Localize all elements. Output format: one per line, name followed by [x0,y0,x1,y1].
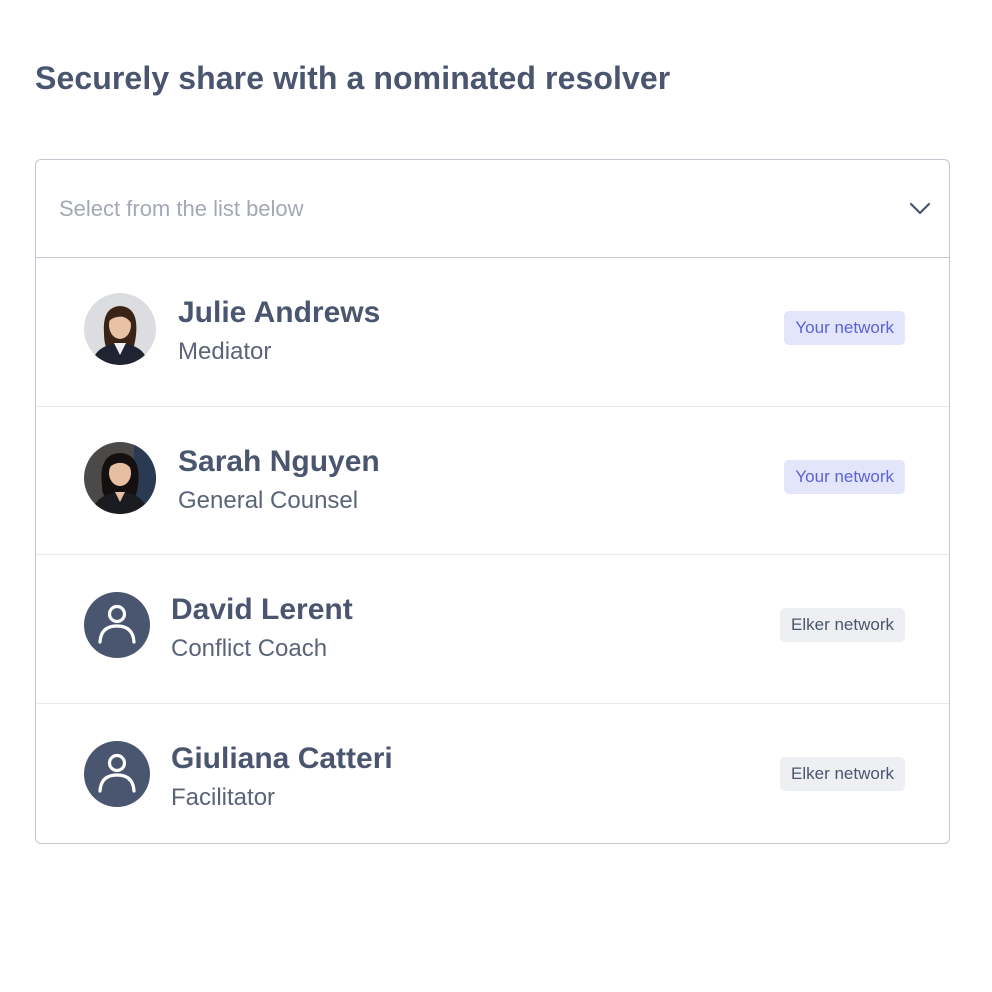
resolver-option-sarah-nguyen[interactable]: Sarah Nguyen General Counsel Your networ… [36,407,949,555]
network-badge: Elker network [780,608,905,642]
resolver-name: Sarah Nguyen [178,444,380,478]
network-badge: Your network [784,311,905,345]
chevron-down-icon[interactable] [908,196,932,220]
resolver-name: Giuliana Catteri [171,741,393,775]
network-badge: Your network [784,459,905,494]
resolver-name: Julie Andrews [178,296,381,329]
avatar-photo [84,293,156,365]
network-badge: Elker network [780,756,905,791]
resolver-option-julie-andrews[interactable]: Julie Andrews Mediator Your network [36,258,949,407]
resolver-name: David Lerent [171,593,353,626]
user-icon [84,740,150,807]
select-placeholder: Select from the list below [59,196,304,221]
resolver-option-giuliana-catteri[interactable]: Giuliana Catteri Facilitator Elker netwo… [36,704,949,844]
resolver-select-dropdown[interactable]: Select from the list below [36,160,949,258]
page: Securely share with a nominated resolver… [0,0,992,992]
resolver-role: Facilitator [171,783,276,811]
resolver-role: General Counsel [178,486,359,514]
resolver-role: Mediator [178,338,272,365]
avatar-photo [84,441,156,514]
page-title: Securely share with a nominated resolver [35,60,671,96]
resolver-role: Conflict Coach [171,635,328,662]
resolver-option-david-lerent[interactable]: David Lerent Conflict Coach Elker networ… [36,555,949,704]
resolver-select-panel: Select from the list below Julie Andrews… [35,159,950,844]
user-icon [84,592,150,658]
